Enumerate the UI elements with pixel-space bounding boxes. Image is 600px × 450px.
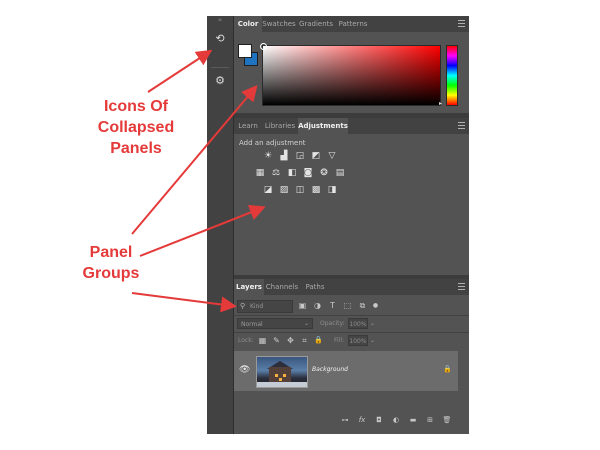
arrow-to-color-panel [131, 84, 258, 235]
arrow-to-collapsed-icons [147, 49, 213, 93]
annotation-arrows [131, 49, 266, 313]
arrow-to-adjustments-panel [139, 204, 266, 257]
arrow-to-layers-panel [131, 292, 237, 313]
